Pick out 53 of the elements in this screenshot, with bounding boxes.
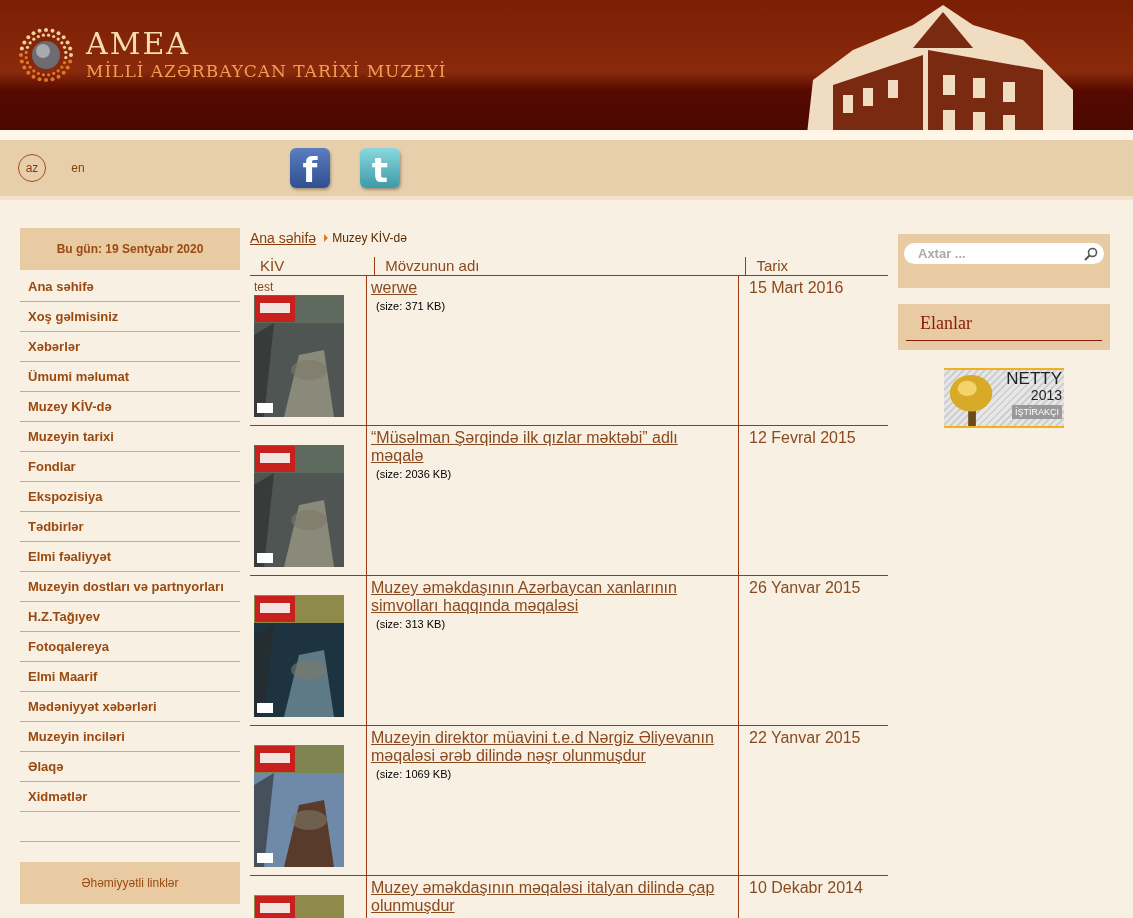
article-date: 12 Fevral 2015: [748, 429, 857, 447]
site-subtitle[interactable]: MİLLİ AZƏRBAYCAN TARİXİ MUZEYİ: [86, 60, 447, 82]
logo-icon[interactable]: [18, 27, 74, 83]
column-header: Mövzunun adı: [374, 257, 746, 275]
file-size: (size: 371 KB): [376, 300, 447, 312]
language-link[interactable]: en: [64, 154, 92, 182]
facebook-button[interactable]: f: [290, 148, 330, 188]
nav-item[interactable]: Ümumi məlumat: [20, 362, 240, 392]
article-date: 10 Dekabr 2014: [748, 879, 864, 897]
nav-item[interactable]: Ekspozisiya: [20, 482, 240, 512]
links-heading: Əhəmiyyətli linklər: [81, 876, 179, 890]
breadcrumb-link[interactable]: Ana səhifə: [250, 230, 321, 246]
nav-item[interactable]: Muzeyin dostları və partnyorları: [20, 572, 240, 602]
nav-item[interactable]: Xəbərlər: [20, 332, 240, 362]
nav-item[interactable]: Elmi fəaliyyət: [20, 542, 240, 572]
article-link[interactable]: Muzey əməkdaşının məqaləsi italyan dilində çap olunmuşdur: [371, 879, 734, 915]
file-size: (size: 313 KB): [376, 618, 447, 630]
nav-item[interactable]: Xidmətlər: [20, 782, 240, 812]
banner-title: NETTY: [1006, 370, 1062, 388]
cover-caption: test: [254, 280, 275, 294]
column-header: KİV: [259, 257, 286, 275]
nav-item[interactable]: Tədbirlər: [20, 512, 240, 542]
nav-item[interactable]: Muzeyin inciləri: [20, 722, 240, 752]
nav-item[interactable]: Muzeyin tarixi: [20, 422, 240, 452]
article-link[interactable]: Muzey əməkdaşının Azərbaycan xanlarının simvolları haqqında məqaləsi: [371, 579, 734, 615]
nav-item[interactable]: H.Z.Tağıyev: [20, 602, 240, 632]
nav-item[interactable]: Əlaqə: [20, 752, 240, 782]
nav-item[interactable]: Elmi Maarif: [20, 662, 240, 692]
article-link[interactable]: “Müsəlman Şərqində ilk qızlar məktəbi” adlı məqalə: [371, 429, 734, 465]
article-link[interactable]: werwe: [371, 279, 734, 297]
nav-item[interactable]: Fotoqalereya: [20, 632, 240, 662]
site-title[interactable]: AMEA: [86, 28, 447, 60]
banner-year: 2013: [1030, 388, 1062, 403]
nav-item[interactable]: Muzey KİV-də: [20, 392, 240, 422]
nav-item[interactable]: Ana səhifə: [20, 272, 240, 302]
nav-item[interactable]: Mədəniyyət xəbərləri: [20, 692, 240, 722]
award-banner[interactable]: NETTY 2013 İŞTİRAKÇI: [944, 368, 1064, 428]
today-date: Bu gün: 19 Sentyabr 2020: [56, 242, 204, 256]
article-date: 15 Mart 2016: [748, 279, 845, 297]
announcements-heading: Elanlar: [906, 312, 1102, 341]
breadcrumb-current: Muzey KİV-də: [332, 231, 407, 245]
search-field[interactable]: Axtar ...: [904, 243, 1104, 264]
file-size: (size: 1069 KB): [376, 768, 453, 780]
banner-badge: İŞTİRAKÇI: [1012, 405, 1062, 419]
article-date: 26 Yanvar 2015: [748, 579, 862, 597]
file-size: (size: 2036 KB): [376, 468, 453, 480]
article-link[interactable]: Muzeyin direktor müavini t.e.d Nərgiz Əliyevanın məqaləsi ərəb dilində nəşr olunmuşdur: [371, 729, 734, 765]
article-date: 22 Yanvar 2015: [748, 729, 862, 747]
nav-item[interactable]: Fondlar: [20, 452, 240, 482]
column-header: Tarix: [745, 257, 888, 275]
search-icon[interactable]: [1084, 247, 1098, 261]
breadcrumb-arrow-icon: [324, 234, 329, 242]
nav-item[interactable]: Xoş gəlmisiniz: [20, 302, 240, 332]
